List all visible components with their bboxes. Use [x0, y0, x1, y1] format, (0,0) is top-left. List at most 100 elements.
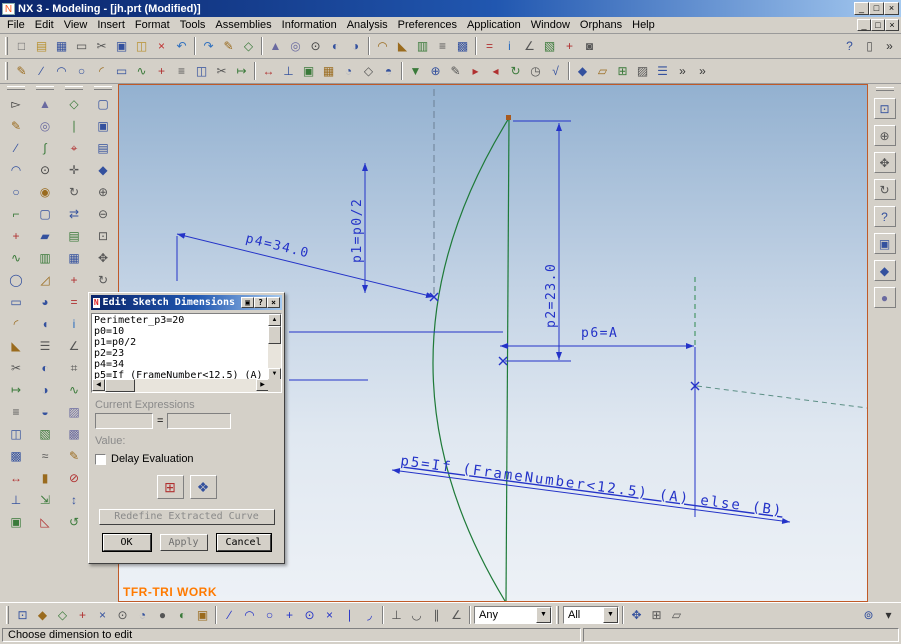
mirror-tool-icon[interactable]: ◫ — [192, 62, 211, 81]
draft-icon[interactable]: ◿ — [35, 270, 56, 289]
datum-plane2-icon[interactable]: ◇ — [64, 94, 85, 113]
line-tool-icon[interactable]: ∕ — [32, 62, 51, 81]
print-icon[interactable]: ▭ — [72, 37, 91, 56]
thread2-icon[interactable]: ☰ — [35, 336, 56, 355]
boss-icon[interactable]: ◉ — [35, 182, 56, 201]
delay-update-icon[interactable]: ◷ — [526, 62, 545, 81]
fit-icon[interactable]: ⊡ — [93, 226, 114, 245]
expression2-icon[interactable]: = — [64, 292, 85, 311]
menu-information[interactable]: Information — [277, 18, 342, 32]
analysis-icon[interactable]: ∠ — [64, 336, 85, 355]
offset-tool-icon[interactable]: ≡ — [172, 62, 191, 81]
circle-icon[interactable]: ○ — [6, 182, 27, 201]
rotate-icon[interactable]: ↻ — [64, 182, 85, 201]
curve-endpoint-marker[interactable] — [506, 115, 511, 120]
profile-icon[interactable]: ⌐ — [6, 204, 27, 223]
dimension-p5-label[interactable]: p5=If (FrameNumber<12.5) (A) else (B) — [399, 453, 784, 519]
dimension-p4-label[interactable]: p4=34.0 — [244, 231, 311, 261]
expression-name-field[interactable] — [95, 413, 153, 429]
menu-assemblies[interactable]: Assemblies — [210, 18, 276, 32]
hole-icon[interactable]: ⊙ — [306, 37, 325, 56]
alt-solution-icon[interactable]: ◓ — [379, 62, 398, 81]
dialog-help-button[interactable]: ? — [254, 297, 267, 308]
arc-tool-icon[interactable]: ◠ — [52, 62, 71, 81]
arc-center-icon[interactable]: ⊙ — [113, 606, 132, 625]
plus-snap-icon[interactable]: + — [280, 606, 299, 625]
parallel-snap-icon[interactable]: ∥ — [427, 606, 446, 625]
menu-window[interactable]: Window — [526, 18, 575, 32]
intersection-icon[interactable]: × — [93, 606, 112, 625]
extend-icon[interactable]: ↦ — [6, 380, 27, 399]
update2-icon[interactable]: ↺ — [64, 512, 85, 531]
help-icon[interactable]: ? — [840, 37, 859, 56]
paste-icon[interactable]: ◫ — [132, 37, 151, 56]
ok-button[interactable]: OK — [103, 534, 151, 551]
rotate-view2-icon[interactable]: ↻ — [874, 179, 896, 200]
undo-icon[interactable]: ↶ — [172, 37, 191, 56]
dimension-icon[interactable]: ↔ — [6, 468, 27, 487]
dialog-close-button[interactable]: × — [267, 297, 280, 308]
pad-icon[interactable]: ▰ — [35, 226, 56, 245]
dimension-p1[interactable]: p1=p0/2 — [350, 163, 365, 293]
edit-feature-icon[interactable]: ✎ — [64, 446, 85, 465]
point-on-curve-icon[interactable]: ◐ — [173, 606, 192, 625]
minimize-button[interactable]: _ — [854, 2, 869, 15]
dialog-rail-icon[interactable]: ▯ — [860, 37, 879, 56]
circle-tool-icon[interactable]: ○ — [72, 62, 91, 81]
reorder-icon[interactable]: ↕ — [64, 490, 85, 509]
context-help-icon[interactable]: ? — [874, 206, 896, 227]
datum-axis-icon[interactable]: ∣ — [64, 116, 85, 135]
zoom-in-icon[interactable]: ⊕ — [93, 182, 114, 201]
dimension-tool-icon[interactable]: ↔ — [259, 62, 278, 81]
menu-preferences[interactable]: Preferences — [393, 18, 462, 32]
expression-value-field[interactable] — [167, 413, 231, 429]
expression-icon[interactable]: = — [480, 37, 499, 56]
more-commands-icon[interactable]: » — [880, 37, 899, 56]
ellipse-icon[interactable]: ◯ — [6, 270, 27, 289]
offset-icon[interactable]: ≡ — [6, 402, 27, 421]
subtract2-icon[interactable]: ◑ — [35, 380, 56, 399]
mesh-icon[interactable]: ▩ — [64, 424, 85, 443]
toolbar-grip[interactable] — [36, 86, 54, 90]
axis-snap-icon[interactable]: ∣ — [340, 606, 359, 625]
menu-help[interactable]: Help — [627, 18, 660, 32]
redefine-extracted-curve-button[interactable]: Redefine Extracted Curve — [99, 509, 275, 525]
intersect-icon[interactable]: ◒ — [35, 402, 56, 421]
unite-icon[interactable]: ◐ — [326, 37, 345, 56]
split-icon[interactable]: ◺ — [35, 512, 56, 531]
sketch-curve[interactable] — [433, 118, 509, 601]
expressions-listbox[interactable]: Perimeter_p3=20p0=10p1=p0/2p2=23p4=34p5=… — [91, 313, 282, 393]
constraint-x-markers[interactable] — [430, 293, 699, 390]
shaded-view-icon[interactable]: ● — [874, 287, 896, 308]
thicken-icon[interactable]: ▮ — [35, 468, 56, 487]
delete-icon[interactable]: × — [152, 37, 171, 56]
menu-orphans[interactable]: Orphans — [575, 18, 627, 32]
revolve2-icon[interactable]: ◎ — [35, 116, 56, 135]
shell2-icon[interactable]: ▥ — [35, 248, 56, 267]
overflow-chevron-icon[interactable]: » — [693, 62, 712, 81]
filter-settings-icon[interactable]: ▾ — [879, 606, 898, 625]
selection-type-filter[interactable]: Any ▼ — [474, 606, 552, 624]
expression-item[interactable]: p0=10 — [94, 326, 267, 337]
pan-view-icon[interactable]: ✥ — [874, 152, 896, 173]
copy-icon[interactable]: ▣ — [112, 37, 131, 56]
face-blend-icon[interactable]: ◖ — [35, 314, 56, 333]
extrude-icon[interactable]: ▲ — [266, 37, 285, 56]
transform-icon[interactable]: ⇄ — [64, 204, 85, 223]
sketch-col-icon[interactable]: ✎ — [6, 116, 27, 135]
orient-view-icon[interactable]: ◆ — [573, 62, 592, 81]
arc-snap-icon[interactable]: ◠ — [240, 606, 259, 625]
quick-trim-icon[interactable]: ▸ — [466, 62, 485, 81]
redo-icon[interactable]: ↷ — [199, 37, 218, 56]
surface-icon[interactable]: ▨ — [64, 402, 85, 421]
info2-icon[interactable]: i — [64, 314, 85, 333]
rectangle-icon[interactable]: ▭ — [6, 292, 27, 311]
datum-csys-icon[interactable]: ⌖ — [64, 138, 85, 157]
pattern2-icon[interactable]: ▩ — [6, 446, 27, 465]
maximize-button[interactable]: □ — [869, 2, 884, 15]
toolbar-grip[interactable] — [5, 62, 8, 80]
dimension-p6-label[interactable]: p6=A — [581, 326, 618, 341]
corner-snap-icon[interactable]: ◞ — [360, 606, 379, 625]
mdi-close-button[interactable]: × — [885, 19, 899, 31]
front-view-icon[interactable]: ▣ — [874, 233, 896, 254]
